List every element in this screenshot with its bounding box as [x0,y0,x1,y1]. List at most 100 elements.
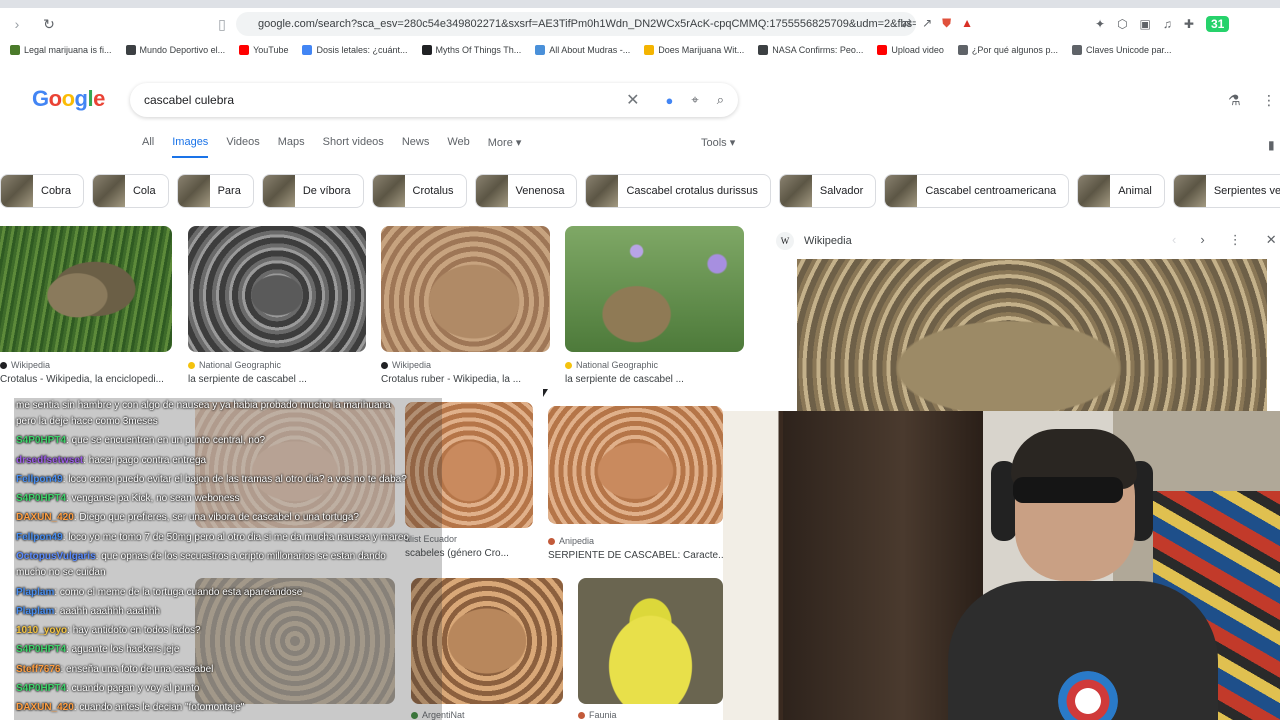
prev-icon[interactable]: ‹ [1172,232,1176,248]
chat-message: DAXUN_420: cuando antes le decian "fotom… [16,702,244,713]
saved-icon[interactable]: ▮ [1268,138,1275,152]
tab-all[interactable]: All [142,136,154,158]
bookmark-item[interactable]: Myths Of Things Th... [421,45,521,55]
bookmark-item[interactable]: Does Marijuana Wit... [644,45,744,55]
chat-username: Steff7676 [16,664,61,675]
bookmark-item[interactable]: YouTube [239,45,288,55]
result-thumbnail[interactable] [565,226,744,352]
search-query[interactable]: cascabel culebra [144,93,626,107]
chip-thumbnail [586,175,619,207]
more-options-icon[interactable]: ⋮ [1229,232,1242,248]
chip-thumbnail [1173,175,1206,207]
apps-icon[interactable]: ⋮ [1262,92,1276,109]
result-thumbnail[interactable] [381,226,550,352]
bookmark-label: NASA Confirms: Peo... [772,45,864,55]
image-result[interactable]: National Geographic la serpiente de casc… [188,226,366,385]
chip-0[interactable]: Cobra [0,174,84,208]
tab-news[interactable]: News [402,136,430,158]
chip-4[interactable]: Crotalus [371,174,467,208]
tab-more[interactable]: More ▾ [488,136,522,158]
extension-badge[interactable]: 31 [1205,16,1230,32]
related-chips: Cobra Cola Para De víbora Crotalus Venenosa Ca… [0,174,1280,210]
chat-message: Plaplam: aaahh aaahhh aaahhh [16,606,160,617]
chip-6[interactable]: Cascabel crotalus durissus [585,174,771,208]
chip-label: Venenosa [515,185,565,197]
bookmark-item[interactable]: All About Mudras -... [535,45,630,55]
bookmark-favicon-icon [877,45,888,55]
mic-icon[interactable]: ● [666,93,674,108]
next-icon[interactable]: › [1200,232,1204,248]
tools-button[interactable]: Tools ▾ [701,136,735,149]
chip-10[interactable]: Serpientes venenosas [1172,174,1280,208]
chat-text: mucho no se cuidan [16,567,106,578]
image-result[interactable]: Anipedia SERPIENTE DE CASCABEL: Caracte.… [548,406,723,561]
close-icon[interactable]: ✕ [1266,232,1277,248]
chat-message: Steff7676: enseña una foto de una cascab… [16,664,213,675]
tab-images[interactable]: Images [172,136,209,158]
chip-3[interactable]: De víbora [261,174,364,208]
lens-icon[interactable]: ⌖ [691,92,698,108]
chip-9[interactable]: Animal [1077,174,1165,208]
chip-5[interactable]: Venenosa [474,174,578,208]
chat-text: : cuando antes le decian "fotomontaje" [73,702,245,713]
tab-web[interactable]: Web [447,136,469,158]
chat-message: DAXUN_420: Diego que prefieres, ser una … [16,512,359,523]
chip-1[interactable]: Cola [91,174,169,208]
tab-maps[interactable]: Maps [278,136,305,158]
image-result[interactable]: Faunia [578,578,723,720]
sunglasses [1013,477,1123,503]
result-thumbnail[interactable] [0,226,172,352]
extension-icon[interactable]: ✦ [1095,17,1105,31]
google-logo[interactable]: Google [32,86,105,112]
chip-7[interactable]: Salvador [778,174,877,208]
share-icon[interactable]: ↗ [922,16,932,31]
chip-label: Cascabel centroamericana [925,185,1057,197]
chat-text: me sentia sin hambre y con algo de nause… [16,400,391,411]
extension-icon[interactable]: ▣ [1140,17,1151,31]
chip-8[interactable]: Cascabel centroamericana [884,174,1070,208]
bookmark-item[interactable]: Upload video [877,45,944,55]
bookmark-item[interactable]: Dosis letales: ¿cuánt... [302,45,408,55]
bookmark-item[interactable]: Claves Unicode par... [1071,45,1172,55]
bookmark-item[interactable]: NASA Confirms: Peo... [758,45,863,55]
bookmark-item[interactable]: Mundo Deportivo el... [125,45,225,55]
image-result[interactable]: Wikipedia Crotalus - Wikipedia, la encic… [0,226,176,385]
forward-icon[interactable]: › [6,13,28,35]
search-input[interactable]: cascabel culebra ✕ ● ⌖ ⌕ [130,83,738,117]
bookmark-item[interactable]: ¿Por qué algunos p... [957,45,1058,55]
preview-source[interactable]: Wikipedia [804,235,852,247]
preview-image[interactable] [797,259,1267,415]
bookmark-favicon-icon [239,45,250,55]
translate-icon[interactable]: ⇄ [902,16,912,31]
chip-thumbnail [92,175,125,207]
url-field[interactable]: google.com/search?sca_esv=280c54e3498022… [236,12,916,36]
result-thumbnail[interactable] [548,406,723,524]
image-result[interactable]: National Geographic la serpiente de casc… [565,226,744,385]
result-thumbnail[interactable] [188,226,366,352]
webcam-overlay [723,411,1280,720]
chip-thumbnail [1,175,33,207]
chip-label: Cascabel crotalus durissus [626,185,758,197]
bookmark-item[interactable]: Legal marijuana is fi... [10,45,112,55]
music-icon[interactable]: ♫ [1163,17,1172,31]
image-result[interactable]: Wikipedia Crotalus ruber - Wikipedia, la… [381,226,550,385]
warning-icon[interactable]: ▲ [961,16,973,31]
chat-text: : loco como puedo evitar el bajon de las… [62,474,407,485]
chip-thumbnail [1078,175,1111,207]
bookmark-star-icon[interactable]: ▯ [211,13,233,35]
reload-icon[interactable]: ↻ [38,13,60,35]
labs-icon[interactable]: ⚗ [1228,92,1241,109]
puzzle-icon[interactable]: ✚ [1184,17,1194,31]
chat-message: drsedfsetwset: hacer pago contra entrega [16,455,206,466]
tab-videos[interactable]: Videos [226,136,259,158]
result-thumbnail[interactable] [578,578,723,704]
clear-icon[interactable]: ✕ [626,90,639,110]
tab-short-videos[interactable]: Short videos [323,136,384,158]
shield-icon[interactable]: ⛊ [942,16,951,31]
search-icon[interactable]: ⌕ [717,92,724,108]
extension-icon[interactable]: ⬡ [1117,17,1127,31]
chat-username: DAXUN_420 [16,512,74,523]
chat-text: : que se encuentren en un punto central,… [66,435,266,446]
chip-2[interactable]: Para [176,174,254,208]
chat-username: Plaplam [16,606,55,617]
